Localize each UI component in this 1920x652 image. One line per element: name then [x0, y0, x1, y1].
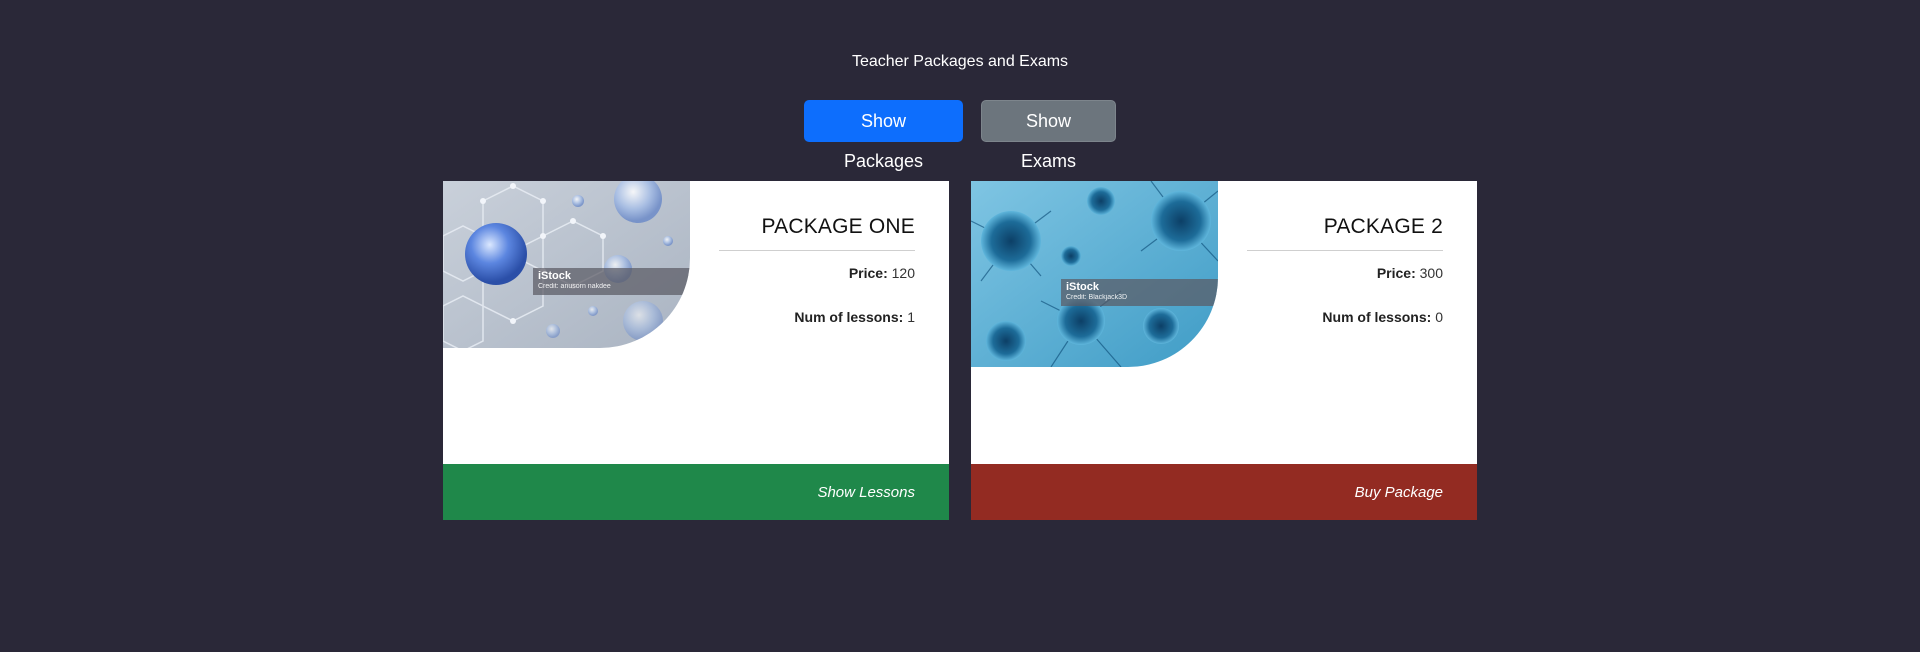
molecule-bubbles-image	[443, 181, 690, 348]
watermark-strip: iStock Credit: anusorn nakdee	[533, 268, 690, 295]
package-list: iStock Credit: anusorn nakdee PACKAGE ON…	[443, 181, 1477, 520]
price-value: 120	[891, 265, 915, 281]
watermark-strip: iStock Credit: Blackjack3D	[1061, 279, 1218, 306]
lessons-value: 0	[1435, 309, 1443, 325]
page-title: Teacher Packages and Exams	[851, 53, 1069, 70]
istock-watermark: iStock	[1066, 281, 1100, 293]
price-value: 300	[1419, 265, 1443, 281]
price-label: Price:	[1376, 265, 1416, 281]
buy-package-button[interactable]: Buy Package	[971, 464, 1477, 520]
package-title: PACKAGE ONE	[719, 215, 915, 251]
package-price: Price: 300	[1247, 265, 1443, 281]
package-lessons: Num of lessons: 0	[1247, 309, 1443, 325]
show-packages-button[interactable]: Show Packages	[804, 100, 963, 171]
image-credit: Credit: Blackjack3D	[1066, 294, 1128, 301]
istock-watermark: iStock	[538, 270, 572, 282]
toggle-button-row: Show Packages Show Exams	[0, 100, 1920, 171]
image-credit: Credit: anusorn nakdee	[538, 283, 611, 290]
lessons-value: 1	[907, 309, 915, 325]
lessons-label: Num of lessons:	[1322, 309, 1432, 325]
package-card: iStock Credit: Blackjack3D PACKAGE 2 Pri…	[971, 181, 1477, 520]
show-lessons-button[interactable]: Show Lessons	[443, 464, 949, 520]
package-info: PACKAGE ONE Price: 120 Num of lessons: 1	[719, 181, 915, 325]
virus-cells-image	[971, 181, 1218, 367]
package-card: iStock Credit: anusorn nakdee PACKAGE ON…	[443, 181, 949, 520]
package-image: iStock Credit: Blackjack3D	[971, 181, 1218, 367]
package-title: PACKAGE 2	[1247, 215, 1443, 251]
package-lessons: Num of lessons: 1	[719, 309, 915, 325]
footer-label: Buy Package	[1354, 483, 1443, 501]
package-image: iStock Credit: anusorn nakdee	[443, 181, 690, 348]
lessons-label: Num of lessons:	[794, 309, 904, 325]
package-info: PACKAGE 2 Price: 300 Num of lessons: 0	[1247, 181, 1443, 325]
price-label: Price:	[848, 265, 888, 281]
show-exams-button[interactable]: Show Exams	[981, 100, 1116, 171]
footer-label: Show Lessons	[817, 483, 915, 501]
package-price: Price: 120	[719, 265, 915, 281]
